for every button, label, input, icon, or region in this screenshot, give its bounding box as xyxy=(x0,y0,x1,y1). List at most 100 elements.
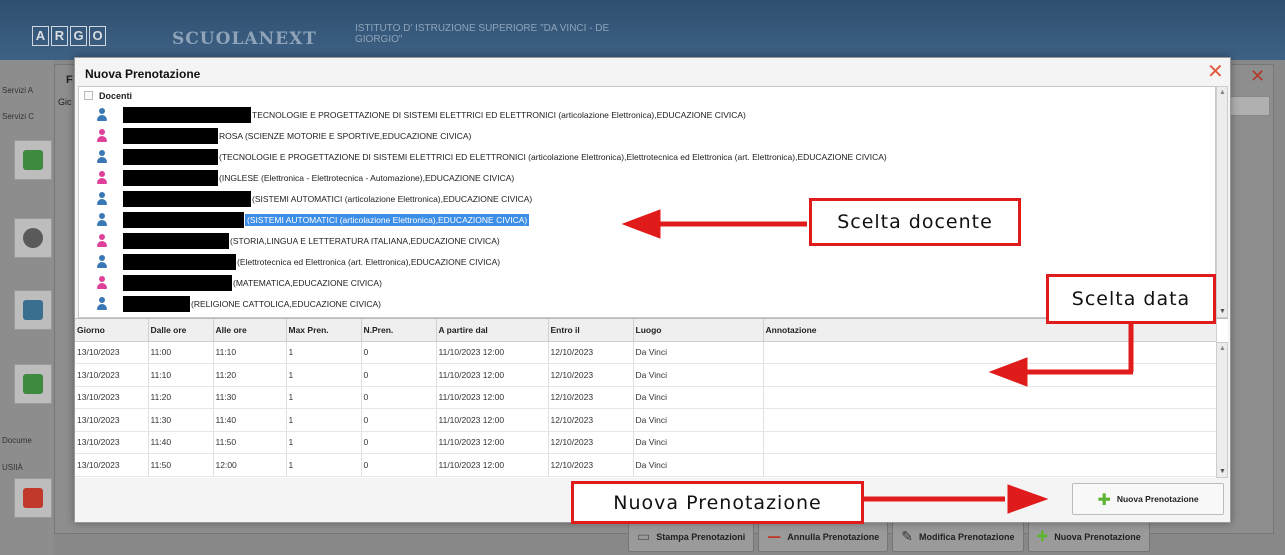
table-cell: 11:40 xyxy=(213,408,287,432)
new-booking-toolbar-button[interactable]: ✚ Nuova Prenotazione xyxy=(1027,522,1150,552)
teacher-row[interactable]: (MATEMATICA,EDUCAZIONE CIVICA) xyxy=(95,275,382,291)
column-header[interactable]: Dalle ore xyxy=(148,319,214,342)
teacher-subjects: (RELIGIONE CATTOLICA,EDUCAZIONE CIVICA) xyxy=(191,299,382,309)
slots-scrollbar[interactable]: ▲ ▼ xyxy=(1216,342,1228,478)
table-header-row: Giorno Dalle ore Alle ore Max Pren. N.Pren. A… xyxy=(75,319,1217,342)
teacher-row[interactable]: TECNOLOGIE E PROGETTAZIONE DI SISTEMI EL… xyxy=(95,107,746,123)
table-cell: Da Vinci xyxy=(633,431,764,454)
table-cell: 1 xyxy=(286,453,362,477)
teacher-row[interactable]: (SISTEMI AUTOMATICI (articolazione Elett… xyxy=(95,191,532,207)
table-cell: 11:20 xyxy=(213,363,287,387)
column-header[interactable]: Max Pren. xyxy=(286,319,362,342)
redacted-name xyxy=(123,107,251,123)
table-cell: 12/10/2023 xyxy=(548,408,634,432)
female-user-icon xyxy=(95,171,109,185)
redacted-name xyxy=(123,212,244,228)
teacher-row[interactable]: (RELIGIONE CATTOLICA,EDUCAZIONE CIVICA) xyxy=(95,296,381,312)
column-header[interactable]: Entro il xyxy=(548,319,634,342)
teacher-row[interactable]: (INGLESE (Elettronica - Elettrotecnica -… xyxy=(95,170,514,186)
teacher-row[interactable]: (STORIA,LINGUA E LETTERATURA ITALIANA,ED… xyxy=(95,233,500,249)
table-cell xyxy=(763,408,1217,432)
minus-icon: — xyxy=(767,529,782,545)
table-cell: 13/10/2023 xyxy=(75,341,149,364)
sidebar-tile-3[interactable] xyxy=(14,290,52,330)
close-icon[interactable]: ✕ xyxy=(1207,59,1224,83)
column-header[interactable]: Giorno xyxy=(75,319,149,342)
table-cell: 13/10/2023 xyxy=(75,431,149,454)
logo-letter: G xyxy=(70,26,87,46)
print-bookings-button[interactable]: ▭ Stampa Prenotazioni xyxy=(628,522,755,552)
table-cell: 11/10/2023 12:00 xyxy=(436,408,549,432)
table-cell: 0 xyxy=(361,431,437,454)
table-cell: 12/10/2023 xyxy=(548,431,634,454)
table-cell: Da Vinci xyxy=(633,453,764,477)
table-cell xyxy=(763,386,1217,409)
redacted-name xyxy=(123,275,232,291)
background-dropdown[interactable] xyxy=(1228,96,1270,116)
date-choice-annotation: Scelta data xyxy=(1046,274,1216,324)
table-cell: 13/10/2023 xyxy=(75,453,149,477)
scroll-down-icon[interactable]: ▼ xyxy=(1219,468,1226,475)
table-cell: 12:00 xyxy=(213,453,287,477)
button-label: Annulla Prenotazione xyxy=(787,532,880,542)
male-user-icon xyxy=(95,192,109,206)
column-header[interactable]: A partire dal xyxy=(436,319,549,342)
teacher-row[interactable]: (TECNOLOGIE E PROGETTAZIONE DI SISTEMI E… xyxy=(95,149,887,165)
column-header[interactable]: N.Pren. xyxy=(361,319,437,342)
background-label: Gic xyxy=(58,97,72,107)
teacher-subjects: (SISTEMI AUTOMATICI (articolazione Elett… xyxy=(252,194,533,204)
table-row[interactable]: 13/10/2023 11:50 12:00 1 0 11/10/2023 12:00 12… xyxy=(75,453,1217,477)
sidebar-label: Servizi A xyxy=(2,86,34,95)
table-row[interactable]: 13/10/2023 11:40 11:50 1 0 11/10/2023 12:00 12… xyxy=(75,431,1217,454)
background-window-title: F xyxy=(66,74,73,86)
table-cell: 13/10/2023 xyxy=(75,363,149,387)
plus-icon: ✚ xyxy=(1097,489,1111,509)
table-row[interactable]: 13/10/2023 11:10 11:20 1 0 11/10/2023 12:00 12… xyxy=(75,363,1217,387)
table-body: 13/10/2023 11:00 11:10 1 0 11/10/2023 12:00 12… xyxy=(75,341,1217,477)
table-cell: 12/10/2023 xyxy=(548,453,634,477)
new-booking-button[interactable]: ✚ Nuova Prenotazione xyxy=(1072,483,1224,515)
sidebar-tile-1[interactable] xyxy=(14,140,52,180)
redacted-name xyxy=(123,233,229,249)
table-cell: 12/10/2023 xyxy=(548,386,634,409)
female-user-icon xyxy=(95,276,109,290)
edit-booking-button[interactable]: ✎ Modifica Prenotazione xyxy=(892,522,1024,552)
table-row[interactable]: 13/10/2023 11:30 11:40 1 0 11/10/2023 12:00 12… xyxy=(75,408,1217,432)
button-label: Stampa Prenotazioni xyxy=(656,532,746,542)
bottom-toolbar: ▭ Stampa Prenotazioni — Annulla Prenotaz… xyxy=(628,522,1150,552)
table-cell: 1 xyxy=(286,431,362,454)
redacted-name xyxy=(123,254,236,270)
table-cell: Da Vinci xyxy=(633,386,764,409)
plus-icon: ✚ xyxy=(1036,529,1049,545)
table-cell: 0 xyxy=(361,341,437,364)
print-icon: ▭ xyxy=(637,529,651,545)
background-close-icon[interactable]: ✕ xyxy=(1250,66,1265,87)
column-header[interactable]: Alle ore xyxy=(213,319,287,342)
scroll-up-icon[interactable]: ▲ xyxy=(1219,89,1226,96)
teacher-scrollbar[interactable]: ▲ ▼ xyxy=(1216,86,1228,318)
table-cell xyxy=(763,363,1217,387)
sidebar-tile-5[interactable] xyxy=(14,478,52,518)
table-cell: 0 xyxy=(361,453,437,477)
sidebar-tile-4[interactable] xyxy=(14,364,52,404)
teacher-row[interactable]: ROSA (SCIENZE MOTORIE E SPORTIVE,EDUCAZI… xyxy=(95,128,471,144)
button-label: Nuova Prenotazione xyxy=(1054,532,1141,542)
scroll-up-icon[interactable]: ▲ xyxy=(1219,345,1226,352)
sidebar-tile-2[interactable] xyxy=(14,218,52,258)
new-booking-annotation: Nuova Prenotazione xyxy=(571,481,864,524)
dialog-title: Nuova Prenotazione xyxy=(85,67,201,81)
column-header[interactable]: Luogo xyxy=(633,319,764,342)
redacted-name xyxy=(123,170,218,186)
table-row[interactable]: 13/10/2023 11:00 11:10 1 0 11/10/2023 12:00 12… xyxy=(75,341,1217,364)
teacher-row[interactable]: (SISTEMI AUTOMATICI (articolazione Elett… xyxy=(95,212,530,228)
redacted-name xyxy=(123,296,190,312)
tree-toggle[interactable] xyxy=(84,91,93,100)
scroll-down-icon[interactable]: ▼ xyxy=(1219,308,1226,315)
teacher-row[interactable]: (Elettrotecnica ed Elettronica (art. Ele… xyxy=(95,254,500,270)
slots-table: Giorno Dalle ore Alle ore Max Pren. N.Pren. A… xyxy=(75,319,1217,477)
teacher-subjects: (TECNOLOGIE E PROGETTAZIONE DI SISTEMI E… xyxy=(219,152,887,162)
table-row[interactable]: 13/10/2023 11:20 11:30 1 0 11/10/2023 12:00 12… xyxy=(75,386,1217,409)
app-name: SCUOLANEXT xyxy=(172,29,317,49)
cancel-booking-button[interactable]: — Annulla Prenotazione xyxy=(758,522,889,552)
teacher-subjects: (INGLESE (Elettronica - Elettrotecnica -… xyxy=(219,173,515,183)
